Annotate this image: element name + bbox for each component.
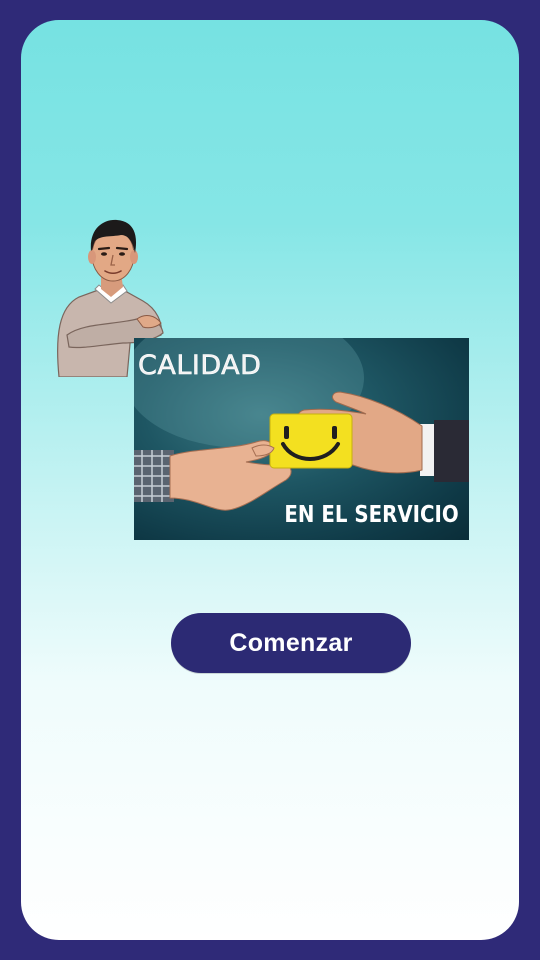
welcome-card: CALIDAD EN EL SERVICIO Comenzar [21,20,519,940]
smiley-card-icon [269,413,353,469]
banner-title: CALIDAD [138,350,262,382]
service-quality-banner: CALIDAD EN EL SERVICIO [134,338,469,540]
banner-subtitle: EN EL SERVICIO [284,502,459,528]
start-button[interactable]: Comenzar [171,613,411,673]
